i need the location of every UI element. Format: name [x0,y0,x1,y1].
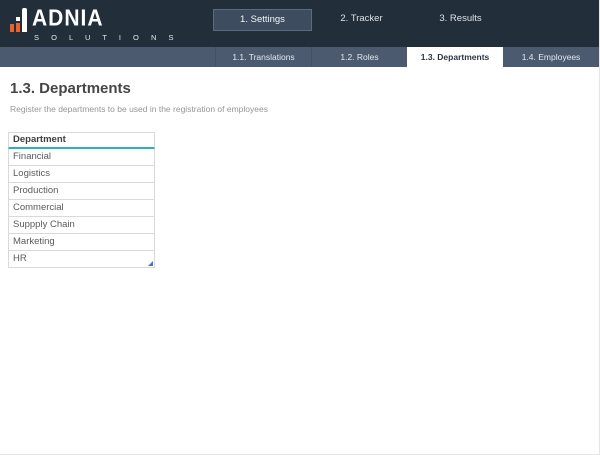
logo-bar-tall [22,8,27,32]
table-resize-handle-icon[interactable] [148,261,153,266]
table-row[interactable]: Suppply Chain [8,217,155,234]
adnia-logo: ADNIA S O L U T I O N S [10,7,178,42]
table-row[interactable]: Marketing [8,234,155,251]
tab-roles[interactable]: 1.2. Roles [311,47,407,67]
bar-chart-logo-icon [10,8,27,32]
content-area: 1.3. Departments Register the department… [0,80,599,268]
logo-tagline: S O L U T I O N S [32,33,178,42]
tab-translations[interactable]: 1.1. Translations [215,47,311,67]
tab-departments[interactable]: 1.3. Departments [407,47,503,71]
logo-text: ADNIA S O L U T I O N S [32,7,178,42]
page-subtitle: Register the departments to be used in t… [10,104,599,114]
departments-table: Department Financial Logistics Productio… [8,132,155,268]
nav-tracker[interactable]: 2. Tracker [312,9,411,31]
page-title: 1.3. Departments [10,80,599,97]
nav-settings[interactable]: 1. Settings [213,9,312,31]
top-header: ADNIA S O L U T I O N S 1. Settings 2. T… [0,0,599,47]
logo-dot [16,17,20,21]
table-row[interactable]: Logistics [8,166,155,183]
table-row[interactable]: Production [8,183,155,200]
sub-nav: 1.1. Translations 1.2. Roles 1.3. Depart… [0,47,599,67]
logo-name: ADNIA [32,7,178,31]
table-row[interactable]: Financial [8,149,155,166]
logo-bar-middle [16,17,20,32]
tab-employees[interactable]: 1.4. Employees [503,47,599,67]
main-nav: 1. Settings 2. Tracker 3. Results [213,9,510,31]
table-row[interactable]: Commercial [8,200,155,217]
logo-bar-short [10,24,14,32]
table-row[interactable]: HR [8,251,155,268]
nav-results[interactable]: 3. Results [411,9,510,31]
logo-stem [16,23,20,32]
app-window: ADNIA S O L U T I O N S 1. Settings 2. T… [0,0,600,455]
table-header-department: Department [8,132,155,149]
